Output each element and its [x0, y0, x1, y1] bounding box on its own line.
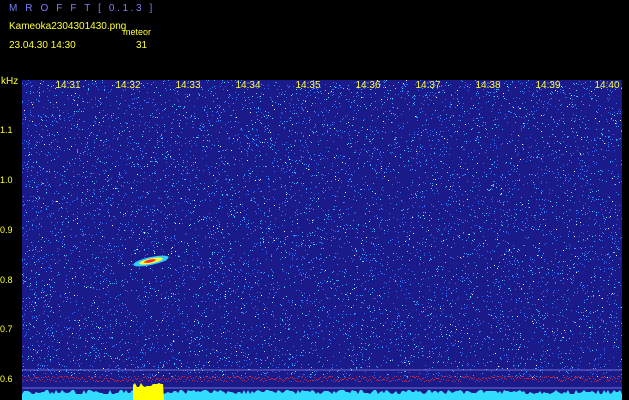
time-label: 14:33: [175, 80, 201, 91]
spectrogram-canvas: [22, 80, 622, 400]
frequency-label: 0.8: [0, 275, 13, 285]
app-title: M R O F F T [ 0.1.3 ]: [9, 3, 155, 14]
spectrogram-window: M R O F F T [ 0.1.3 ] Kameoka2304301430.…: [0, 0, 629, 400]
time-label: 14:37: [415, 80, 441, 91]
time-label: 14:34: [235, 80, 261, 91]
time-label: 14:40: [594, 80, 620, 91]
frequency-label: 0.6: [0, 374, 13, 384]
frequency-label: 1.1: [0, 125, 13, 135]
frequency-label: 0.7: [0, 324, 13, 334]
time-label: 14:31: [55, 80, 81, 91]
file-name: Kameoka2304301430.png: [9, 21, 127, 32]
frequency-unit-label: kHz: [1, 76, 19, 87]
time-label: 14:36: [355, 80, 381, 91]
frequency-label: 0.9: [0, 225, 13, 235]
date-time: 23.04.30 14:30: [9, 40, 76, 51]
spectrogram-plot: [22, 80, 622, 400]
time-label: 14:38: [475, 80, 501, 91]
detection-label: meteor: [123, 27, 152, 37]
time-label: 14:39: [535, 80, 561, 91]
time-label: 14:32: [115, 80, 141, 91]
frequency-label: 1.0: [0, 175, 13, 185]
time-label: 14:35: [295, 80, 321, 91]
meteor-count: 31: [136, 40, 148, 51]
